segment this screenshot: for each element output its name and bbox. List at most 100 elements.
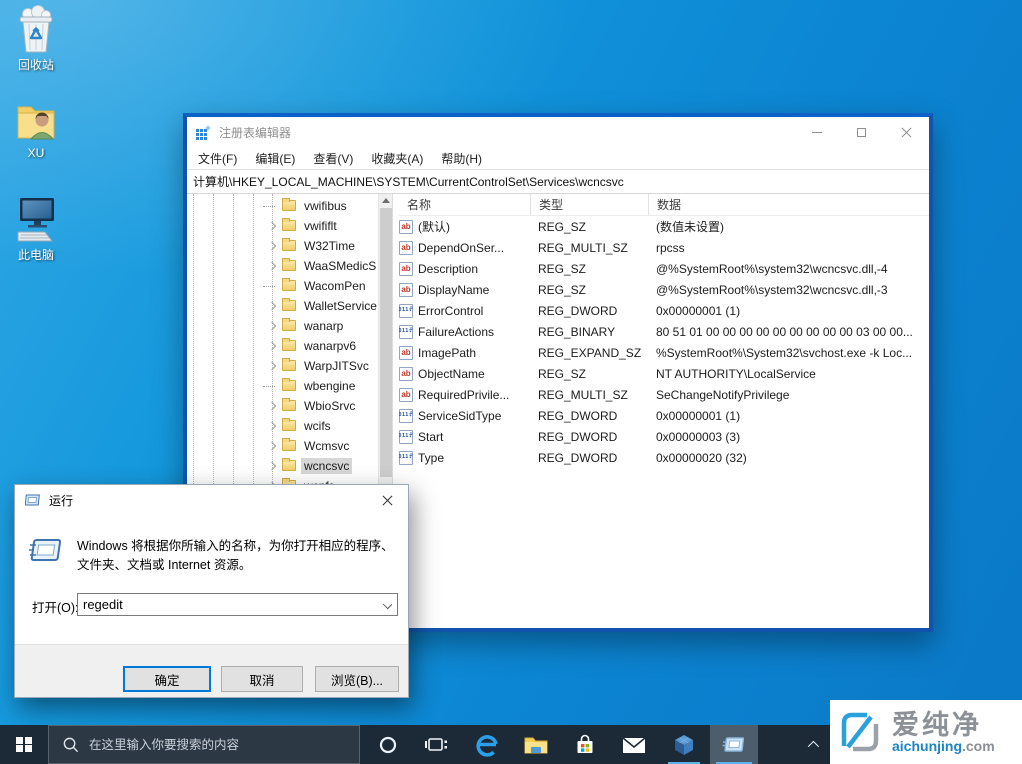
tree-item-label: WbioSrvc	[301, 398, 358, 414]
maximize-button[interactable]	[839, 117, 884, 147]
cortana-button[interactable]	[366, 725, 410, 764]
expand-chevron-icon[interactable]	[268, 222, 276, 230]
expand-chevron-icon[interactable]	[268, 342, 276, 350]
tree-item[interactable]: WarpJITSvc	[187, 356, 378, 376]
taskbar-regedit-button[interactable]	[662, 725, 706, 764]
registry-value-row[interactable]: (默认) REG_SZ (数值未设置)	[393, 216, 929, 237]
expand-chevron-icon[interactable]	[268, 242, 276, 250]
column-header-type[interactable]: 类型	[530, 194, 648, 216]
cancel-button[interactable]: 取消	[221, 666, 303, 692]
close-icon	[901, 127, 912, 138]
run-dialog-titlebar[interactable]: 运行	[15, 485, 408, 515]
registry-value-row[interactable]: DependOnSer... REG_MULTI_SZ rpcss	[393, 237, 929, 258]
tree-item[interactable]: vwififlt	[187, 216, 378, 236]
expand-chevron-icon[interactable]	[268, 362, 276, 370]
desktop-icon-label: 此电脑	[18, 246, 54, 263]
expand-chevron-icon[interactable]	[268, 402, 276, 410]
value-type-icon	[399, 430, 413, 444]
tree-item[interactable]: W32Time	[187, 236, 378, 256]
value-type-icon	[399, 367, 413, 381]
registry-value-row[interactable]: ImagePath REG_EXPAND_SZ %SystemRoot%\Sys…	[393, 342, 929, 363]
tray-show-hidden-icons-button[interactable]	[798, 725, 826, 764]
registry-value-row[interactable]: RequiredPrivile... REG_MULTI_SZ SeChange…	[393, 384, 929, 405]
value-type-icon	[399, 241, 413, 255]
value-data: @%SystemRoot%\system32\wcncsvc.dll,-4	[648, 258, 929, 279]
ok-button[interactable]: 确定	[123, 666, 211, 692]
tree-item[interactable]: wbengine	[187, 376, 378, 396]
open-combobox[interactable]	[77, 593, 398, 616]
minimize-icon	[812, 132, 822, 133]
expand-chevron-icon[interactable]	[268, 462, 276, 470]
minimize-button[interactable]	[794, 117, 839, 147]
this-pc-icon	[13, 196, 59, 244]
registry-value-row[interactable]: Type REG_DWORD 0x00000020 (32)	[393, 447, 929, 468]
registry-value-row[interactable]: Start REG_DWORD 0x00000003 (3)	[393, 426, 929, 447]
value-name: ServiceSidType	[418, 409, 501, 423]
start-button[interactable]	[0, 725, 48, 764]
tree-item-label: wcncsvc	[301, 458, 352, 474]
tree-item[interactable]: wanarp	[187, 316, 378, 336]
regedit-titlebar[interactable]: 注册表编辑器	[187, 117, 929, 147]
tree-item[interactable]: vwifibus	[187, 196, 378, 216]
registry-value-row[interactable]: ObjectName REG_SZ NT AUTHORITY\LocalServ…	[393, 363, 929, 384]
desktop-icon-user-folder[interactable]: XU	[0, 98, 72, 160]
menu-item[interactable]: 文件(F)	[189, 150, 246, 167]
value-data: SeChangeNotifyPrivilege	[648, 384, 929, 405]
edge-button[interactable]	[465, 725, 509, 764]
leaf-connector	[263, 386, 275, 387]
search-icon	[62, 736, 79, 753]
tree-item[interactable]: WbioSrvc	[187, 396, 378, 416]
value-data: (数值未设置)	[648, 216, 929, 237]
registry-value-row[interactable]: DisplayName REG_SZ @%SystemRoot%\system3…	[393, 279, 929, 300]
tree-item[interactable]: wcifs	[187, 416, 378, 436]
column-header-name[interactable]: 名称	[399, 194, 530, 216]
tree-item[interactable]: wanarpv6	[187, 336, 378, 356]
store-button[interactable]	[563, 725, 607, 764]
expand-chevron-icon[interactable]	[268, 442, 276, 450]
taskbar-run-button-active[interactable]	[710, 725, 758, 764]
menu-item[interactable]: 编辑(E)	[246, 150, 304, 167]
desktop-icon-this-pc[interactable]: 此电脑	[0, 196, 72, 263]
value-data: @%SystemRoot%\system32\wcncsvc.dll,-3	[648, 279, 929, 300]
expand-chevron-icon[interactable]	[268, 422, 276, 430]
scrollbar-up-icon[interactable]	[382, 198, 390, 203]
menu-item[interactable]: 帮助(H)	[432, 150, 491, 167]
column-header-data[interactable]: 数据	[648, 194, 929, 216]
expand-chevron-icon[interactable]	[268, 262, 276, 270]
mail-button[interactable]	[612, 725, 656, 764]
close-button[interactable]	[884, 117, 929, 147]
tree-item[interactable]: WacomPen	[187, 276, 378, 296]
run-close-button[interactable]	[366, 485, 408, 515]
registry-value-row[interactable]: Description REG_SZ @%SystemRoot%\system3…	[393, 258, 929, 279]
registry-value-row[interactable]: ServiceSidType REG_DWORD 0x00000001 (1)	[393, 405, 929, 426]
desktop-background: 回收站 XU 此电脑	[0, 0, 1022, 764]
task-view-button[interactable]	[414, 725, 458, 764]
registry-value-list: 名称 类型 数据 (默认) REG_SZ (数值未设置)	[393, 194, 929, 628]
close-icon	[382, 495, 393, 506]
tree-item[interactable]: Wcmsvc	[187, 436, 378, 456]
value-data: NT AUTHORITY\LocalService	[648, 363, 929, 384]
tree-item-label: WacomPen	[301, 278, 369, 294]
value-name: ImagePath	[418, 346, 476, 360]
desktop-icon-recycle-bin[interactable]: 回收站	[0, 4, 72, 73]
expand-chevron-icon[interactable]	[268, 322, 276, 330]
open-input[interactable]	[78, 594, 397, 615]
file-explorer-icon	[523, 734, 549, 756]
file-explorer-button[interactable]	[514, 725, 558, 764]
browse-button[interactable]: 浏览(B)...	[315, 666, 399, 692]
menu-item[interactable]: 收藏夹(A)	[362, 150, 432, 167]
watermark-brand: 爱纯净	[892, 711, 995, 739]
registry-value-row[interactable]: ErrorControl REG_DWORD 0x00000001 (1)	[393, 300, 929, 321]
scrollbar-thumb[interactable]	[380, 208, 392, 477]
value-name: Start	[418, 430, 443, 444]
tree-item[interactable]: WalletService	[187, 296, 378, 316]
tree-item[interactable]: WaaSMedicS	[187, 256, 378, 276]
registry-value-row[interactable]: FailureActions REG_BINARY 80 51 01 00 00…	[393, 321, 929, 342]
expand-chevron-icon[interactable]	[268, 302, 276, 310]
tree-item-label: WalletService	[301, 298, 380, 314]
search-input[interactable]	[89, 738, 339, 752]
taskbar-search-box[interactable]	[48, 725, 360, 764]
registry-address-input[interactable]	[187, 170, 929, 193]
tree-item[interactable]: wcncsvc	[187, 456, 378, 476]
menu-item[interactable]: 查看(V)	[304, 150, 362, 167]
